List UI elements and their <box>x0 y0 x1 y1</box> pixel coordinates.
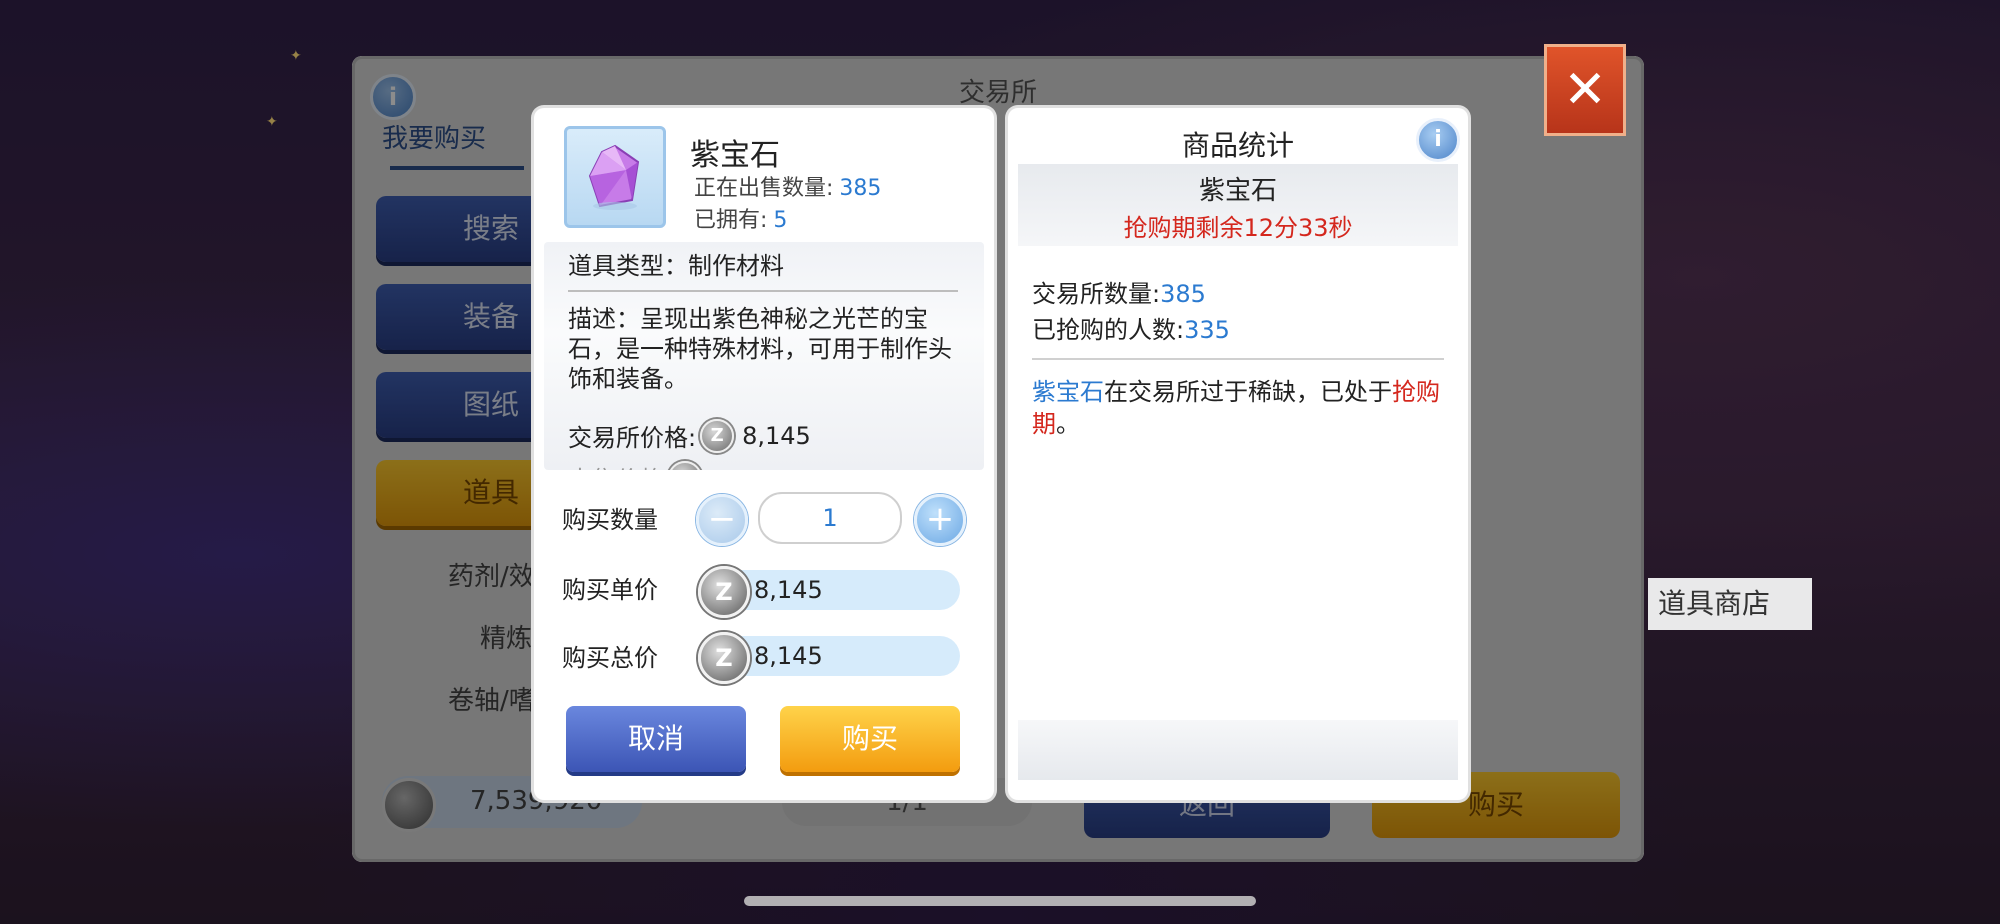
item-type: 道具类型：制作材料 <box>568 252 784 280</box>
owned-value: 5 <box>773 208 788 233</box>
zeny-coin-icon: Z <box>698 566 750 618</box>
exchange-price-value: 8,145 <box>742 421 811 450</box>
rushed-value: 335 <box>1184 316 1230 344</box>
exchange-qty-value: 385 <box>1160 280 1206 308</box>
exchange-price-label: 交易所价格: <box>568 424 697 452</box>
stats-item-name: 紫宝石 <box>1198 176 1277 206</box>
message-end: 。 <box>1056 410 1080 438</box>
sell-price-label: 出售价格 <box>568 460 664 470</box>
close-icon[interactable]: ✕ <box>1544 44 1626 136</box>
rushed-count: 已抢购的人数:335 <box>1032 310 1230 345</box>
stats-panel: 商品统计 i 紫宝石 抢购期剩余12分33秒 交易所数量:385 已抢购的人数:… <box>1008 108 1468 800</box>
item-detail-box[interactable]: 道具类型：制作材料 描述：呈现出紫色神秘之光芒的宝石，是一种特殊材料，可用于制作… <box>544 242 984 470</box>
cancel-button[interactable]: 取消 <box>566 706 746 772</box>
rush-timer: 抢购期剩余12分33秒 <box>1123 214 1353 242</box>
message-text: 在交易所过于稀缺，已处于 <box>1104 378 1392 406</box>
owned-count: 已拥有: 5 <box>694 202 787 234</box>
plus-icon[interactable]: + <box>914 494 966 546</box>
stats-footer <box>1018 720 1458 780</box>
owned-label: 已拥有: <box>694 208 768 233</box>
zeny-coin-icon: Z <box>700 418 735 453</box>
total-price-label: 购买总价 <box>562 644 658 672</box>
gem-icon <box>588 144 640 210</box>
message-item-link[interactable]: 紫宝石 <box>1032 378 1104 406</box>
minus-icon[interactable]: − <box>696 494 748 546</box>
exchange-qty: 交易所数量:385 <box>1032 274 1206 309</box>
on-sale-label: 正在出售数量: <box>694 176 834 201</box>
divider <box>1032 358 1444 360</box>
exchange-qty-label: 交易所数量: <box>1032 280 1161 308</box>
scarcity-message: 紫宝石在交易所过于稀缺，已处于抢购期。 <box>1032 376 1444 440</box>
sell-price-partial: 出售价格 Z <box>568 460 710 470</box>
stats-title: 商品统计 <box>1181 129 1294 162</box>
on-sale-count: 正在出售数量: 385 <box>694 170 881 202</box>
quantity-input[interactable]: 1 <box>758 492 902 544</box>
divider <box>568 290 958 292</box>
item-name: 紫宝石 <box>690 138 780 173</box>
item-description: 描述：呈现出紫色神秘之光芒的宝石，是一种特殊材料，可用于制作头饰和装备。 <box>568 305 952 393</box>
qty-label: 购买数量 <box>562 506 658 534</box>
rushed-label: 已抢购的人数: <box>1032 316 1185 344</box>
stats-header: 紫宝石 抢购期剩余12分33秒 <box>1018 164 1458 246</box>
info-icon[interactable]: i <box>1416 118 1460 162</box>
buy-button[interactable]: 购买 <box>780 706 960 772</box>
item-icon-frame <box>564 126 666 228</box>
unit-price-label: 购买单价 <box>562 576 658 604</box>
exchange-price: 交易所价格: Z 8,145 <box>568 418 811 453</box>
home-indicator[interactable] <box>744 896 1256 906</box>
purchase-panel: 紫宝石 正在出售数量: 385 已拥有: 5 道具类型：制作材料 描述：呈现出紫色神… <box>534 108 994 800</box>
shop-sign: 道具商店 <box>1648 578 1812 630</box>
zeny-coin-icon: Z <box>698 632 750 684</box>
zeny-coin-icon: Z <box>668 460 702 470</box>
on-sale-value: 385 <box>839 176 882 201</box>
